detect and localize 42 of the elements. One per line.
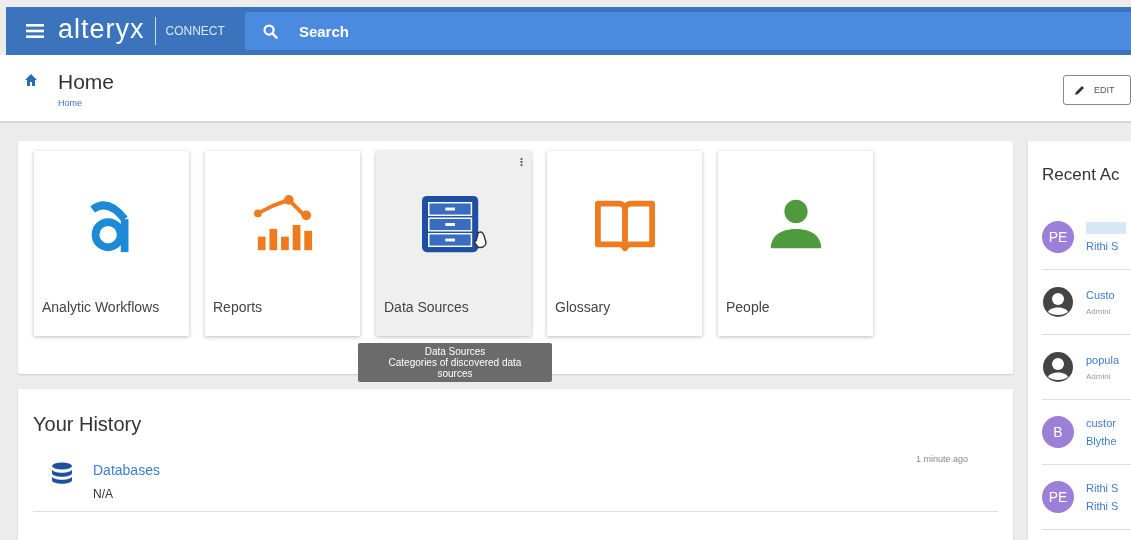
activity-meta: Admini [1086,306,1112,316]
tooltip-text: Categories of discovered data sources [387,357,523,379]
activity-link[interactable]: custor [1086,417,1117,429]
activity-link[interactable]: popula [1086,353,1120,366]
avatar: PE [1042,221,1074,253]
page-title: Home [58,69,115,95]
activity-link[interactable]: Blythe [1086,435,1117,447]
tile[interactable]: Analytic Workflows [34,151,189,336]
tile-label: Glossary [554,299,611,315]
activity-link[interactable]: Rithi S [1086,240,1126,252]
home-icon [24,73,38,87]
logo[interactable]: alteryx [58,13,145,49]
avatar: PE [1042,481,1074,513]
tile-label: Reports [212,299,263,315]
search-field[interactable]: Search [244,12,1131,50]
activity-link[interactable]: Rithi S [1086,482,1119,494]
tile-label: People [725,299,770,315]
tile-label: Analytic Workflows [41,299,160,315]
user-avatar-icon [1042,286,1074,318]
pencil-icon [1074,84,1086,96]
history-link[interactable]: Databases [93,462,896,478]
product-name: CONNECT [165,24,225,38]
section-title: Recent Ac [1042,165,1121,185]
search-icon [262,24,278,39]
history-subtitle: N/A [93,487,114,501]
more-icon [520,157,523,167]
activity-meta: Admini [1086,371,1112,381]
user-avatar-icon [1042,351,1074,383]
tile[interactable]: Glossary [547,151,702,336]
tile-label: Data Sources [383,299,469,315]
activity-link[interactable]: Rithi S [1086,500,1119,512]
tile[interactable]: People [718,151,873,336]
menu-icon [26,24,44,38]
tile[interactable]: Reports [205,151,360,336]
tooltip-title: Data Sources [423,346,487,357]
activity-link[interactable]: Custo [1086,288,1115,301]
avatar: B [1042,416,1074,448]
menu-button[interactable] [26,24,44,38]
breadcrumb-link[interactable]: Home [58,98,115,108]
section-title: Your History [33,413,143,436]
edit-button[interactable]: EDIT [1063,75,1131,105]
timestamp: 1 minute ago [915,454,968,466]
